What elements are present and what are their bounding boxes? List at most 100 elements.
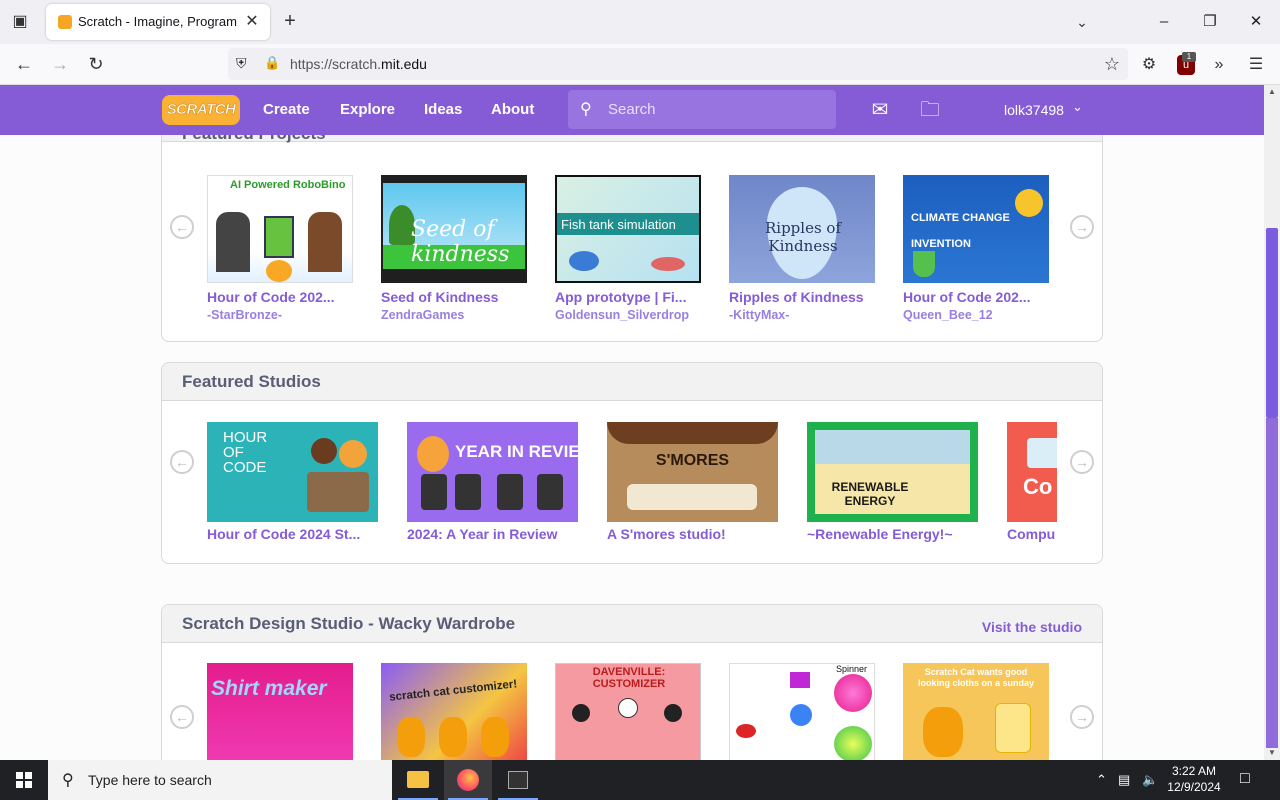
project-title[interactable]: Seed of Kindness bbox=[381, 289, 527, 305]
project-title[interactable]: App prototype | Fi... bbox=[555, 289, 701, 305]
project-author[interactable]: -StarBronze- bbox=[207, 308, 282, 322]
network-icon[interactable]: ▤ bbox=[1118, 772, 1130, 788]
studio-thumbnail[interactable]: YEAR IN REVIEW bbox=[407, 422, 578, 522]
scroll-up-icon[interactable]: ▲ bbox=[1264, 85, 1280, 99]
project-author[interactable]: Queen_Bee_12 bbox=[903, 308, 993, 322]
taskbar-search-text: Type here to search bbox=[88, 772, 212, 788]
username-label[interactable]: lolk37498 bbox=[1004, 102, 1064, 118]
tab-title: Scratch - Imagine, Program, Share bbox=[78, 14, 238, 29]
studio-thumbnail[interactable]: S'MORES bbox=[607, 422, 778, 522]
project-title[interactable]: Hour of Code 202... bbox=[903, 289, 1049, 305]
project-thumbnail[interactable]: Seed of kindness bbox=[381, 175, 527, 283]
chevron-down-icon[interactable]: ⌄ bbox=[1070, 10, 1094, 34]
featured-studios-header: Featured Studios bbox=[162, 363, 1102, 401]
star-icon[interactable]: ☆ bbox=[1104, 54, 1120, 75]
scratch-navbar: SCRATCH Create Explore Ideas About ⚲ ✉ 🗀… bbox=[0, 85, 1264, 135]
terminal-icon[interactable] bbox=[494, 760, 542, 800]
windows-taskbar: ⚲ Type here to search ⌃ ▤ 🔈 3:22 AM 12/9… bbox=[0, 760, 1280, 800]
browser-tab[interactable]: Scratch - Imagine, Program, Share ✕ bbox=[46, 4, 270, 40]
project-thumbnail[interactable]: Shirt maker bbox=[207, 663, 353, 760]
studio-title[interactable]: Hour of Code 2024 St... bbox=[207, 526, 378, 542]
project-thumbnail[interactable]: DAVENVILLE: CUSTOMIZER bbox=[555, 663, 701, 760]
studios-next-arrow-icon[interactable]: → bbox=[1070, 450, 1094, 474]
page-viewport: Featured Projects SCRATCH Create Explore… bbox=[0, 85, 1264, 760]
page-scrollbar[interactable]: ▲ ▼ bbox=[1264, 85, 1280, 760]
studio-title[interactable]: Compu bbox=[1007, 526, 1057, 542]
visit-studio-link[interactable]: Visit the studio bbox=[982, 619, 1082, 635]
search-icon: ⚲ bbox=[580, 101, 592, 118]
scroll-thumb[interactable] bbox=[1266, 228, 1278, 418]
studio-title[interactable]: A S'mores studio! bbox=[607, 526, 778, 542]
studio-title[interactable]: 2024: A Year in Review bbox=[407, 526, 578, 542]
my-stuff-folder-icon[interactable]: 🗀 bbox=[916, 97, 944, 123]
featured-studios-title: Featured Studios bbox=[182, 372, 321, 391]
scratch-favicon-icon bbox=[58, 15, 72, 29]
volume-muted-icon[interactable]: 🔈 bbox=[1142, 772, 1158, 788]
overflow-icon[interactable]: » bbox=[1206, 52, 1232, 78]
ublock-badge: 1 bbox=[1182, 52, 1196, 62]
start-button[interactable] bbox=[0, 760, 48, 800]
scroll-down-icon[interactable]: ▼ bbox=[1264, 746, 1280, 760]
design-studio-title: Scratch Design Studio - Wacky Wardrobe bbox=[182, 614, 516, 633]
studio-title[interactable]: ~Renewable Energy!~ bbox=[807, 526, 978, 542]
close-tab-icon[interactable]: ✕ bbox=[242, 12, 262, 32]
search-icon: ⚲ bbox=[62, 772, 74, 789]
design-studio-header: Scratch Design Studio - Wacky Wardrobe V… bbox=[162, 605, 1102, 643]
shield-icon[interactable]: ⛨ bbox=[236, 55, 252, 73]
studios-prev-arrow-icon[interactable]: ← bbox=[170, 450, 194, 474]
scratch-logo[interactable]: SCRATCH bbox=[162, 95, 240, 125]
nav-create-link[interactable]: Create bbox=[263, 101, 310, 118]
project-thumbnail[interactable]: scratch cat customizer! bbox=[381, 663, 527, 760]
maximize-icon[interactable]: ❐ bbox=[1190, 10, 1230, 34]
nav-explore-link[interactable]: Explore bbox=[340, 101, 395, 118]
url-bar[interactable]: ⛨ 🔒 https://scratch.mit.edu ☆ bbox=[228, 48, 1128, 80]
minimize-icon[interactable]: – bbox=[1144, 10, 1184, 34]
project-title[interactable]: Hour of Code 202... bbox=[207, 289, 353, 305]
design-next-arrow-icon[interactable]: → bbox=[1070, 705, 1094, 729]
reload-icon[interactable]: ↻ bbox=[81, 50, 111, 78]
extensions-icon[interactable]: ⚙ bbox=[1136, 52, 1162, 78]
project-title[interactable]: Ripples of Kindness bbox=[729, 289, 875, 305]
studio-thumbnail[interactable]: RENEWABLE ENERGY bbox=[807, 422, 978, 522]
notifications-icon[interactable]: □ bbox=[1240, 770, 1250, 788]
project-author[interactable]: Goldensun_Silverdrop bbox=[555, 308, 689, 322]
browser-nav-bar: ← → ↻ ⛨ 🔒 https://scratch.mit.edu ☆ ⚙ u … bbox=[0, 44, 1280, 85]
projects-next-arrow-icon[interactable]: → bbox=[1070, 215, 1094, 239]
browser-tab-bar: ▣ Scratch - Imagine, Program, Share ✕ + … bbox=[0, 0, 1280, 44]
chevron-down-icon[interactable]: ⌄ bbox=[1072, 99, 1083, 115]
project-thumbnail[interactable]: Scratch Cat wants good looking cloths on… bbox=[903, 663, 1049, 760]
project-thumbnail[interactable]: Fish tank simulation bbox=[555, 175, 701, 283]
scroll-track[interactable] bbox=[1266, 418, 1278, 748]
nav-about-link[interactable]: About bbox=[491, 101, 534, 118]
projects-prev-arrow-icon[interactable]: ← bbox=[170, 215, 194, 239]
tab-list-icon[interactable]: ▣ bbox=[8, 10, 32, 34]
clock-date: 12/9/2024 bbox=[1167, 780, 1221, 794]
studio-card[interactable]: Co Compu bbox=[1007, 422, 1057, 552]
clock-time: 3:22 AM bbox=[1171, 764, 1217, 778]
file-explorer-icon[interactable] bbox=[394, 760, 442, 800]
project-thumbnail[interactable]: Ripples of Kindness bbox=[729, 175, 875, 283]
lock-icon[interactable]: 🔒 bbox=[264, 55, 280, 73]
url-text[interactable]: https://scratch.mit.edu bbox=[290, 56, 427, 72]
forward-icon[interactable]: → bbox=[45, 50, 75, 78]
project-author[interactable]: ZendraGames bbox=[381, 308, 464, 322]
firefox-icon[interactable] bbox=[444, 760, 492, 800]
project-author[interactable]: -KittyMax- bbox=[729, 308, 789, 322]
studio-thumbnail[interactable]: HOUR OF CODE bbox=[207, 422, 378, 522]
project-thumbnail[interactable]: CLIMATE CHANGE INVENTION bbox=[903, 175, 1049, 283]
back-icon[interactable]: ← bbox=[9, 50, 39, 78]
studio-thumbnail[interactable]: Co bbox=[1007, 422, 1057, 522]
project-thumbnail[interactable]: Spinner bbox=[729, 663, 875, 760]
new-tab-icon[interactable]: + bbox=[278, 10, 302, 34]
scratch-search-box[interactable]: ⚲ bbox=[568, 90, 836, 129]
nav-ideas-link[interactable]: Ideas bbox=[424, 101, 462, 118]
taskbar-search-box[interactable]: ⚲ Type here to search bbox=[48, 760, 392, 800]
menu-icon[interactable]: ☰ bbox=[1243, 52, 1269, 78]
tray-chevron-up-icon[interactable]: ⌃ bbox=[1096, 772, 1107, 788]
search-input[interactable] bbox=[608, 99, 818, 119]
close-window-icon[interactable]: ✕ bbox=[1236, 10, 1276, 34]
design-prev-arrow-icon[interactable]: ← bbox=[170, 705, 194, 729]
taskbar-clock[interactable]: 3:22 AM 12/9/2024 bbox=[1162, 763, 1226, 795]
project-thumbnail[interactable]: AI Powered RoboBino bbox=[207, 175, 353, 283]
messages-icon[interactable]: ✉ bbox=[866, 97, 894, 123]
